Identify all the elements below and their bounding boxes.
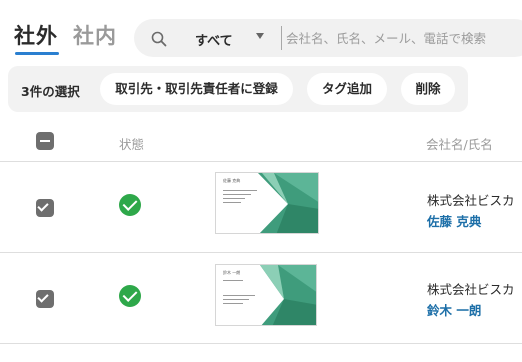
card-text-line [223,194,251,195]
person-name-link[interactable]: 鈴木 一朗 [427,300,481,319]
card-text-line [223,202,241,203]
search-bar: すべて [134,19,522,57]
business-card-thumbnail[interactable]: 鈴木 一朗 [215,264,317,326]
card-name-text: 佐藤 克典 [223,178,241,183]
status-ok-icon [119,285,141,307]
column-header-company-name[interactable]: 会社名/氏名 [426,134,493,153]
check-icon [37,200,49,212]
card-text-line [223,280,243,281]
card-text-line [223,295,255,296]
column-header-status[interactable]: 状態 [119,134,144,153]
status-ok-icon [119,194,141,216]
card-text-line [223,190,257,191]
table-row[interactable]: 佐藤 克典 株式会社ビスカ 佐藤 克典 [0,163,522,253]
active-tab-indicator [15,52,59,55]
business-card-thumbnail[interactable]: 佐藤 克典 [215,172,319,234]
search-filter-select[interactable]: すべて [195,30,233,49]
bulk-action-bar: 3件の選択 取引先・取引先責任者に登録 タグ追加 削除 [8,66,468,112]
check-icon [37,291,49,303]
row-checkbox[interactable] [36,290,54,308]
register-account-contact-button[interactable]: 取引先・取引先責任者に登録 [100,73,293,105]
search-input[interactable] [286,26,522,50]
chevron-down-icon[interactable] [256,33,264,39]
delete-button[interactable]: 削除 [401,73,455,105]
card-text-line [223,303,243,304]
company-name: 株式会社ビスカ [427,193,515,208]
selection-count: 3件の選択 [21,84,80,99]
card-name-text: 鈴木 一朗 [223,270,241,275]
person-name-link[interactable]: 佐藤 克典 [427,211,481,230]
select-all-checkbox[interactable] [36,132,54,150]
add-tag-button[interactable]: タグ追加 [307,73,387,105]
search-divider [281,26,282,50]
tab-external[interactable]: 社外 [14,20,58,50]
table-row[interactable]: 鈴木 一朗 株式会社ビスカ 鈴木 一朗 [0,254,522,344]
search-icon [151,31,167,47]
table-header: 状態 会社名/氏名 [0,122,522,162]
card-text-line [223,299,249,300]
company-name: 株式会社ビスカ [427,282,515,297]
row-checkbox[interactable] [36,199,54,217]
tab-internal[interactable]: 社内 [73,20,117,50]
card-text-line [223,198,245,199]
